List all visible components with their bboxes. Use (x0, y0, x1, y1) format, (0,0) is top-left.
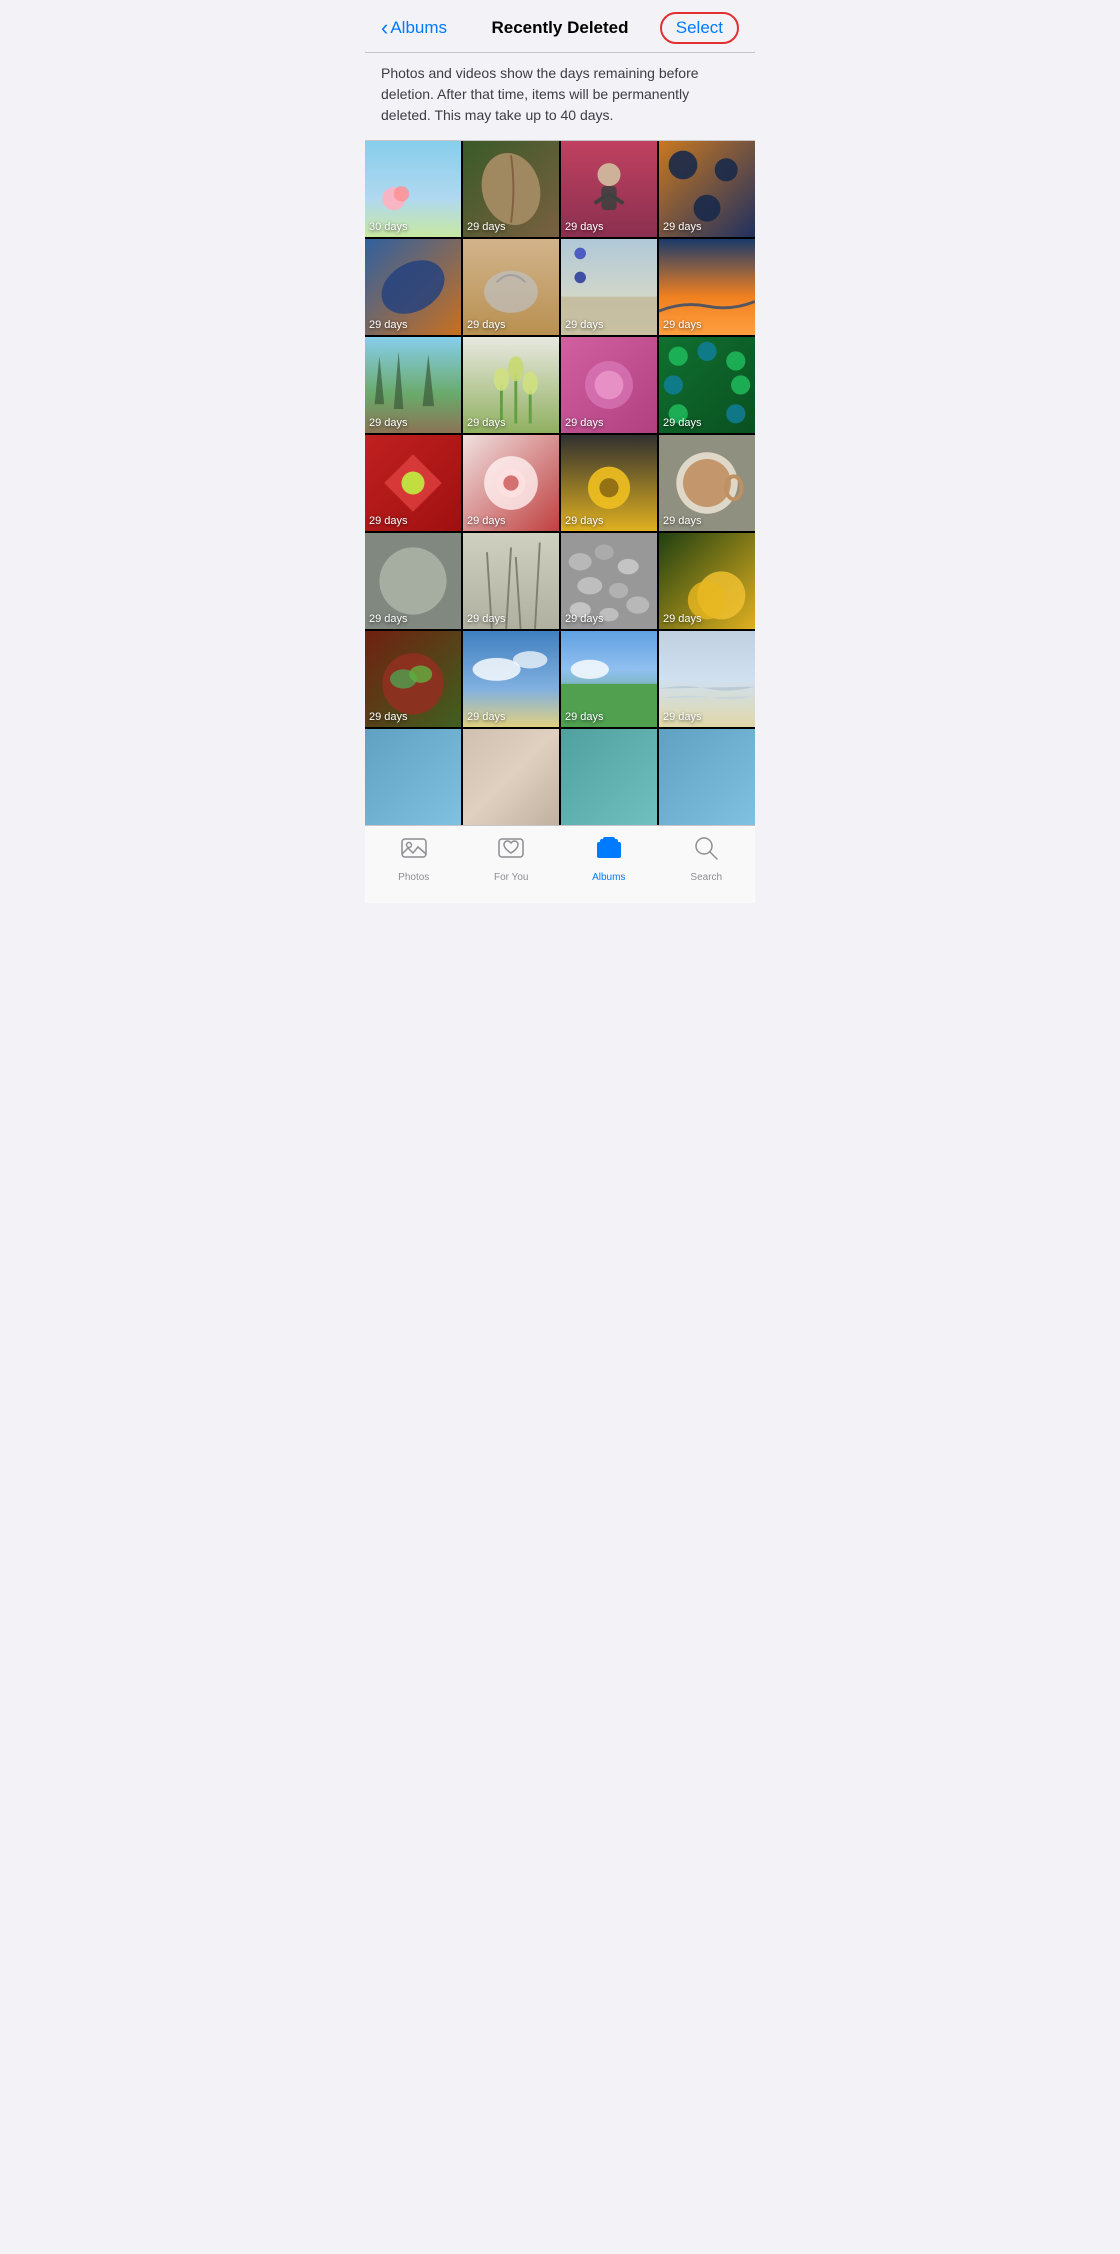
back-label: Albums (390, 18, 447, 38)
foryou-label: For You (494, 872, 528, 883)
nav-item-foryou[interactable]: For You (481, 834, 541, 883)
photo-cell[interactable]: 29 days (561, 631, 657, 727)
days-remaining-label: 29 days (467, 319, 506, 331)
photo-cell[interactable] (561, 729, 657, 825)
photo-cell[interactable] (463, 729, 559, 825)
photos-label: Photos (398, 872, 429, 883)
days-remaining-label: 29 days (565, 319, 604, 331)
page-title: Recently Deleted (492, 18, 629, 38)
photo-cell[interactable] (659, 729, 755, 825)
albums-label: Albums (592, 872, 625, 883)
days-remaining-label: 29 days (369, 417, 408, 429)
days-remaining-label: 29 days (565, 613, 604, 625)
photo-cell[interactable]: 29 days (365, 631, 461, 727)
photo-cell[interactable]: 29 days (561, 239, 657, 335)
nav-item-search[interactable]: Search (676, 834, 736, 883)
photo-cell[interactable]: 29 days (463, 141, 559, 237)
days-remaining-label: 29 days (663, 319, 702, 331)
days-remaining-label: 29 days (369, 319, 408, 331)
chevron-left-icon: ‹ (381, 17, 388, 39)
photo-cell[interactable]: 29 days (561, 337, 657, 433)
photo-cell[interactable] (365, 729, 461, 825)
photo-cell[interactable]: 29 days (659, 533, 755, 629)
days-remaining-label: 29 days (467, 613, 506, 625)
albums-icon (595, 834, 623, 869)
photo-grid: 30 days 29 days 29 days 29 days 29 days (365, 141, 755, 825)
days-remaining-label: 29 days (565, 515, 604, 527)
days-remaining-label: 29 days (369, 515, 408, 527)
days-remaining-label: 29 days (467, 515, 506, 527)
photo-cell[interactable]: 29 days (365, 435, 461, 531)
days-remaining-label: 29 days (663, 515, 702, 527)
photo-cell[interactable]: 30 days (365, 141, 461, 237)
days-remaining-label: 29 days (565, 417, 604, 429)
photo-cell[interactable]: 29 days (659, 337, 755, 433)
back-button[interactable]: ‹ Albums (381, 17, 447, 39)
nav-item-albums[interactable]: Albums (579, 834, 639, 883)
days-remaining-label: 29 days (663, 711, 702, 723)
photo-cell[interactable]: 29 days (659, 631, 755, 727)
select-button[interactable]: Select (660, 12, 739, 44)
bottom-navigation: Photos For You Albums Search (365, 825, 755, 903)
photo-cell[interactable]: 29 days (463, 533, 559, 629)
days-remaining-label: 29 days (467, 221, 506, 233)
photo-cell[interactable]: 29 days (659, 141, 755, 237)
info-banner: Photos and videos show the days remainin… (365, 53, 755, 141)
days-remaining-label: 29 days (467, 711, 506, 723)
photo-cell[interactable]: 29 days (561, 435, 657, 531)
days-remaining-label: 29 days (369, 613, 408, 625)
photo-cell[interactable]: 29 days (659, 239, 755, 335)
photo-cell[interactable]: 29 days (365, 337, 461, 433)
days-remaining-label: 29 days (663, 417, 702, 429)
photos-icon (400, 834, 428, 869)
photo-cell[interactable]: 29 days (365, 239, 461, 335)
search-label: Search (690, 872, 722, 883)
info-text: Photos and videos show the days remainin… (381, 65, 699, 123)
photo-cell[interactable]: 29 days (561, 141, 657, 237)
days-remaining-label: 29 days (369, 711, 408, 723)
nav-item-photos[interactable]: Photos (384, 834, 444, 883)
days-remaining-label: 29 days (467, 417, 506, 429)
days-remaining-label: 29 days (663, 613, 702, 625)
photo-cell[interactable]: 29 days (365, 533, 461, 629)
photo-cell[interactable]: 29 days (463, 435, 559, 531)
days-remaining-label: 29 days (565, 711, 604, 723)
photo-cell[interactable]: 29 days (561, 533, 657, 629)
days-remaining-label: 30 days (369, 221, 408, 233)
search-icon (692, 834, 720, 869)
navigation-header: ‹ Albums Recently Deleted Select (365, 0, 755, 53)
days-remaining-label: 29 days (565, 221, 604, 233)
photo-cell[interactable]: 29 days (659, 435, 755, 531)
days-remaining-label: 29 days (663, 221, 702, 233)
photo-cell[interactable]: 29 days (463, 631, 559, 727)
photo-cell[interactable]: 29 days (463, 239, 559, 335)
photo-cell[interactable]: 29 days (463, 337, 559, 433)
foryou-icon (497, 834, 525, 869)
